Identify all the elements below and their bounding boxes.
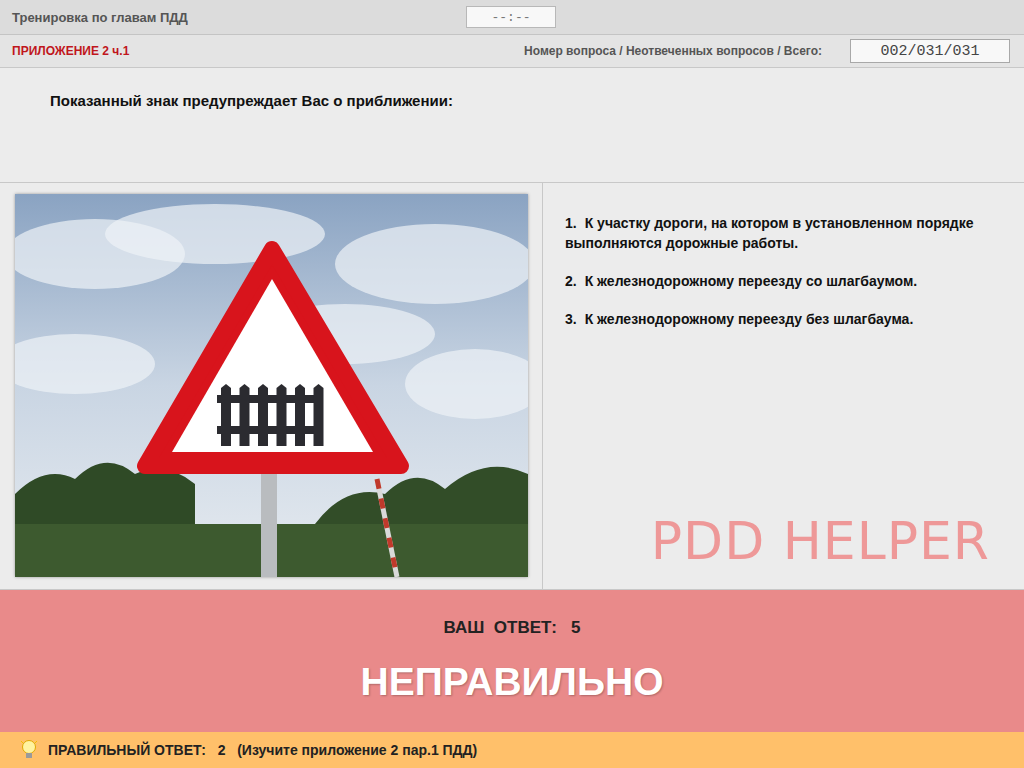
watermark: PDD HELPER bbox=[651, 511, 990, 571]
correct-answer-label: ПРАВИЛЬНЫЙ ОТВЕТ: bbox=[48, 742, 206, 758]
answer-option[interactable]: 3. К железнодорожному переезду без шлагба… bbox=[565, 309, 994, 329]
section-label: ПРИЛОЖЕНИЕ 2 ч.1 bbox=[12, 44, 524, 58]
rule-reference: (Изучите приложение 2 пар.1 ПДД) bbox=[237, 742, 477, 758]
your-answer: ВАШ ОТВЕТ: 5 bbox=[444, 618, 581, 638]
hint-bar: ПРАВИЛЬНЫЙ ОТВЕТ: 2 (Изучите приложение … bbox=[0, 732, 1024, 768]
title: Тренировка по главам ПДД bbox=[12, 10, 188, 25]
question-text: Показанный знак предупреждает Вас о приб… bbox=[50, 92, 974, 109]
answer-number: 1. bbox=[565, 215, 577, 231]
answer-text: К участку дороги, на котором в установле… bbox=[565, 215, 974, 251]
counter-label: Номер вопроса / Неотвеченных вопросов / … bbox=[524, 44, 822, 58]
lightbulb-icon bbox=[20, 739, 38, 761]
answer-number: 2. bbox=[565, 273, 577, 289]
answer-list: 1.К участку дороги, на котором в установ… bbox=[565, 213, 994, 329]
road-sign-photo bbox=[15, 194, 528, 577]
question-panel: Показанный знак предупреждает Вас о приб… bbox=[0, 68, 1024, 183]
result-panel: ВАШ ОТВЕТ: 5 НЕПРАВИЛЬНО bbox=[0, 590, 1024, 732]
correct-answer: ПРАВИЛЬНЫЙ ОТВЕТ: 2 (Изучите приложение … bbox=[48, 742, 477, 758]
answers-panel: 1.К участку дороги, на котором в установ… bbox=[543, 183, 1024, 589]
timer: --:-- bbox=[466, 6, 556, 28]
answer-text: К железнодорожному переезду со шлагбаумо… bbox=[585, 273, 917, 289]
question-counter: 002/031/031 bbox=[850, 39, 1010, 63]
photo-panel bbox=[0, 183, 543, 589]
verdict: НЕПРАВИЛЬНО bbox=[360, 660, 663, 704]
answer-option[interactable]: 2. К железнодорожному переезду со шлагбау… bbox=[565, 271, 994, 291]
answer-number: 3. bbox=[565, 311, 577, 327]
title-bar: Тренировка по главам ПДД --:-- bbox=[0, 0, 1024, 35]
your-answer-label: ВАШ ОТВЕТ: bbox=[444, 618, 557, 637]
info-bar: ПРИЛОЖЕНИЕ 2 ч.1Номер вопроса / Неотвече… bbox=[0, 35, 1024, 68]
answer-option[interactable]: 1.К участку дороги, на котором в установ… bbox=[565, 213, 994, 253]
correct-answer-value: 2 bbox=[218, 742, 226, 758]
content-area: 1.К участку дороги, на котором в установ… bbox=[0, 183, 1024, 590]
your-answer-value: 5 bbox=[571, 618, 580, 637]
answer-text: К железнодорожному переезду без шлагбаум… bbox=[585, 311, 914, 327]
